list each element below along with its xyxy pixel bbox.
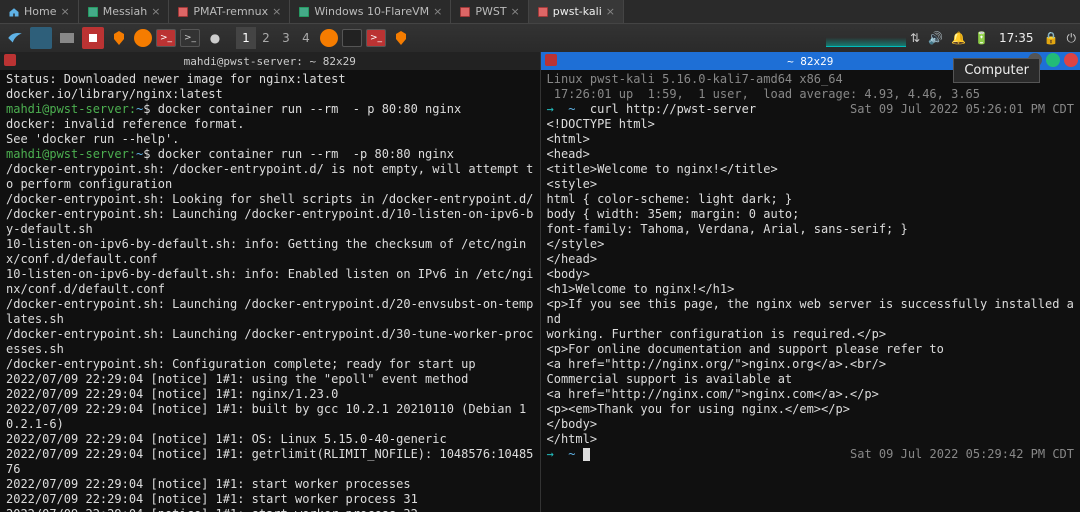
tab-pmat[interactable]: PMAT-remnux ×: [169, 0, 290, 23]
lock-icon[interactable]: 🔒: [1044, 31, 1059, 45]
box-icon: [177, 6, 189, 18]
workspace-switcher: 1 2 3 4: [236, 27, 316, 49]
box-icon: [459, 6, 471, 18]
tab-pwst-kali[interactable]: pwst-kali ×: [529, 0, 624, 23]
close-icon[interactable]: ×: [433, 5, 442, 18]
pane-title: ~ 82x29: [787, 54, 833, 69]
close-button[interactable]: [1064, 53, 1078, 67]
terminal-output[interactable]: Status: Downloaded newer image for nginx…: [0, 70, 540, 512]
tab-label: Windows 10-FlareVM: [314, 5, 429, 18]
clock[interactable]: 17:35: [993, 31, 1040, 45]
maximize-button[interactable]: [1046, 53, 1060, 67]
power-icon[interactable]: ⏻: [1067, 31, 1077, 46]
close-icon[interactable]: ×: [272, 5, 281, 18]
tray-icons: ⇅ 🔊 🔔 🔋: [910, 31, 989, 45]
tooltip: Computer: [953, 58, 1040, 83]
workspace-3[interactable]: 3: [276, 27, 296, 49]
terminal-icon: [545, 54, 557, 66]
files-icon[interactable]: [56, 27, 78, 49]
close-icon[interactable]: ×: [151, 5, 160, 18]
tab-label: Messiah: [103, 5, 148, 18]
tab-home[interactable]: Home ×: [0, 0, 79, 23]
box-icon: [537, 6, 549, 18]
box-icon: [87, 6, 99, 18]
tab-label: Home: [24, 5, 56, 18]
terminal-icon[interactable]: >_: [366, 29, 386, 47]
tab-messiah[interactable]: Messiah×: [79, 0, 170, 23]
workspace-4[interactable]: 4: [296, 27, 316, 49]
terminal-right[interactable]: ~ 82x29 Linux pwst-kali 5.16.0-kali7-amd…: [540, 52, 1080, 512]
notification-icon[interactable]: 🔔: [951, 31, 966, 45]
brave-icon[interactable]: [390, 27, 412, 49]
tab-flarevm[interactable]: Windows 10-FlareVM ×: [290, 0, 451, 23]
kali-menu-icon[interactable]: [4, 27, 26, 49]
terminal-output[interactable]: Linux pwst-kali 5.16.0-kali7-amd64 x86_6…: [541, 70, 1080, 464]
network-icon[interactable]: ⇅: [910, 31, 920, 45]
network-graph[interactable]: [826, 29, 906, 47]
close-icon[interactable]: ×: [511, 5, 520, 18]
close-icon[interactable]: ×: [60, 5, 69, 18]
close-icon[interactable]: ×: [606, 5, 615, 18]
firefox-icon[interactable]: [320, 29, 338, 47]
terminal-icon[interactable]: >_: [180, 29, 200, 47]
tab-bar: Home× Messiah× PMAT-remnux× Windows 10-F…: [0, 0, 1080, 24]
brave-icon[interactable]: [108, 27, 130, 49]
pane-title: mahdi@pwst-server: ~ 82x29: [184, 54, 356, 69]
app-icon[interactable]: [82, 27, 104, 49]
battery-icon[interactable]: 🔋: [974, 31, 989, 45]
terminal-icon: [4, 54, 16, 66]
terminal-icon[interactable]: >_: [156, 29, 176, 47]
pane-titlebar: mahdi@pwst-server: ~ 82x29: [0, 52, 540, 70]
taskbar: >_ >_ ● 1 2 3 4 >_ ⇅ 🔊 🔔 🔋 17:35 🔒 ⏻: [0, 24, 1080, 52]
terminal-window-icon[interactable]: [342, 29, 362, 47]
terminal-left[interactable]: mahdi@pwst-server: ~ 82x29 Status: Downl…: [0, 52, 540, 512]
box-icon: [298, 6, 310, 18]
home-icon: [8, 6, 20, 18]
tab-pwst[interactable]: PWST ×: [451, 0, 528, 23]
main-split: mahdi@pwst-server: ~ 82x29 Status: Downl…: [0, 52, 1080, 512]
workspace-2[interactable]: 2: [256, 27, 276, 49]
app-icon[interactable]: ●: [204, 27, 226, 49]
tab-label: pwst-kali: [553, 5, 602, 18]
app-icon[interactable]: [30, 27, 52, 49]
tab-label: PMAT-remnux: [193, 5, 268, 18]
firefox-icon[interactable]: [134, 29, 152, 47]
tab-label: PWST: [475, 5, 506, 18]
workspace-1[interactable]: 1: [236, 27, 256, 49]
volume-icon[interactable]: 🔊: [928, 31, 943, 45]
